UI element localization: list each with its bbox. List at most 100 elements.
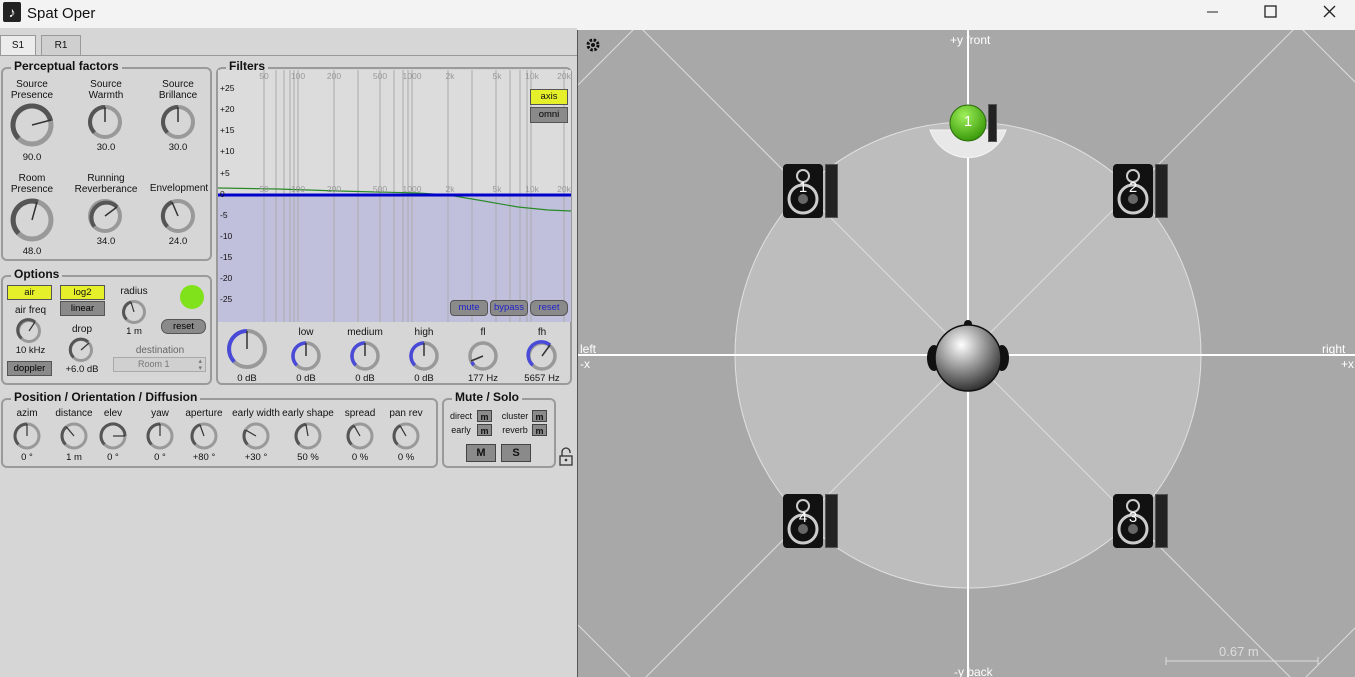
solo-all-button[interactable]: S	[501, 444, 531, 462]
early-shape-knob[interactable]	[292, 420, 324, 452]
speaker-orientation-bar	[1155, 494, 1168, 548]
close-icon[interactable]	[1309, 3, 1349, 23]
drop-knob[interactable]	[68, 337, 96, 365]
aperture-knob[interactable]	[188, 420, 220, 452]
filter-medium-knob[interactable]	[349, 340, 383, 374]
freq-label-top: 500	[372, 71, 388, 81]
tab-s1[interactable]: S1	[0, 35, 36, 56]
filter-low-label: low	[298, 327, 314, 338]
maximize-icon[interactable]	[1251, 3, 1291, 23]
filter-fl-label: fl	[480, 327, 486, 338]
air-button[interactable]: air	[7, 285, 52, 300]
db-label: -15	[220, 252, 233, 262]
filter-response-graph[interactable]	[218, 70, 571, 322]
speaker-orientation-bar	[1155, 164, 1168, 218]
direct-mute-button[interactable]: m	[477, 410, 492, 422]
lock-icon[interactable]	[558, 446, 574, 468]
filter-low-knob[interactable]	[290, 340, 324, 374]
freq-label-mid: 1000	[402, 184, 422, 194]
early-shape-value: 50 %	[297, 452, 319, 463]
listener-head[interactable]	[926, 318, 1010, 396]
filter-medium-value: 0 dB	[355, 373, 375, 384]
air-freq-knob[interactable]	[16, 318, 44, 346]
envelopment-label: Envelopment	[149, 183, 209, 194]
speaker-number: 4	[798, 509, 808, 526]
cluster-mute-button[interactable]: m	[532, 410, 547, 422]
source-presence-label: Source Presence	[10, 79, 54, 101]
source-brillance-knob[interactable]	[160, 104, 200, 144]
options-reset-button[interactable]: reset	[161, 319, 206, 334]
axis-button[interactable]: axis	[530, 89, 568, 105]
db-label: +5	[220, 168, 230, 178]
minimize-icon[interactable]	[1192, 3, 1232, 23]
freq-label-top: 20k	[557, 71, 571, 81]
running-reverberance-knob[interactable]	[87, 198, 127, 238]
filter-fh-label: fh	[537, 327, 547, 338]
speaker-number: 2	[1128, 179, 1138, 196]
destination-select[interactable]: Room 1 ▴ ▾	[113, 357, 206, 372]
mute-all-button[interactable]: M	[466, 444, 496, 462]
doppler-button[interactable]: doppler	[7, 361, 52, 376]
spatial-view[interactable]: +y front -y back left -x right +x 0.67 m…	[577, 30, 1355, 677]
freq-label-top: 10k	[525, 71, 539, 81]
yaw-knob[interactable]	[144, 420, 176, 452]
pan-rev-knob[interactable]	[390, 420, 422, 452]
radius-label: radius	[120, 286, 148, 297]
envelopment-knob[interactable]	[160, 198, 200, 238]
freq-label-mid: 100	[290, 184, 306, 194]
distance-knob[interactable]	[58, 420, 90, 452]
freq-label-top: 1000	[402, 71, 422, 81]
title-bar: ♪ Spat Oper	[0, 0, 1355, 28]
mute-filter-button[interactable]: mute	[450, 300, 488, 316]
early-mute-button[interactable]: m	[477, 424, 492, 436]
azim-knob[interactable]	[11, 420, 43, 452]
settings-gear-icon[interactable]	[585, 37, 601, 53]
db-label: -25	[220, 294, 233, 304]
filter-low-value: 0 dB	[296, 373, 316, 384]
elev-knob[interactable]	[97, 420, 129, 452]
omni-button[interactable]: omni	[530, 107, 568, 123]
freq-label-top: 100	[290, 71, 306, 81]
room-presence-value: 48.0	[22, 246, 42, 257]
source-presence-knob[interactable]	[8, 101, 58, 151]
db-label: -5	[220, 210, 228, 220]
drop-value: +6.0 dB	[65, 364, 99, 375]
mute-solo-title: Mute / Solo	[452, 390, 522, 404]
reverb-mute-button[interactable]: m	[532, 424, 547, 436]
linear-button[interactable]: linear	[60, 301, 105, 316]
radius-knob[interactable]	[121, 299, 149, 327]
filter-gain-knob[interactable]	[226, 328, 270, 372]
early-label: early	[451, 425, 471, 435]
pan-rev-label: pan rev	[389, 408, 423, 419]
reset-filter-button[interactable]: reset	[530, 300, 568, 316]
db-label: 0	[220, 189, 225, 199]
db-label: -20	[220, 273, 233, 283]
filter-high-knob[interactable]	[408, 340, 442, 374]
bypass-filter-button[interactable]: bypass	[490, 300, 528, 316]
drop-label: drop	[71, 324, 92, 335]
room-presence-label: Room Presence	[10, 173, 54, 195]
db-label: +10	[220, 146, 235, 156]
source-warmth-knob[interactable]	[87, 104, 127, 144]
music-note-icon: ♪	[3, 2, 21, 22]
right-axis-label: right	[1322, 342, 1346, 356]
air-freq-value: 10 kHz	[15, 345, 46, 356]
aperture-label: aperture	[185, 408, 223, 419]
log2-button[interactable]: log2	[60, 285, 105, 300]
position-title: Position / Orientation / Diffusion	[11, 390, 201, 404]
front-axis-label: +y front	[950, 33, 991, 47]
freq-label-top: 2k	[445, 71, 455, 81]
freq-label-mid: 200	[326, 184, 342, 194]
db-label: +20	[220, 104, 235, 114]
source-brillance-label: Source Brillance	[158, 79, 198, 101]
early-width-label: early width	[232, 408, 280, 419]
speaker-orientation-bar	[825, 164, 838, 218]
tab-r1[interactable]: R1	[41, 35, 81, 56]
spread-knob[interactable]	[344, 420, 376, 452]
early-width-knob[interactable]	[240, 420, 272, 452]
room-presence-knob[interactable]	[8, 196, 58, 246]
filter-fl-knob[interactable]	[467, 340, 501, 374]
status-indicator	[180, 285, 204, 309]
freq-label-top: 50	[259, 71, 269, 81]
filter-fh-knob[interactable]	[526, 340, 560, 374]
